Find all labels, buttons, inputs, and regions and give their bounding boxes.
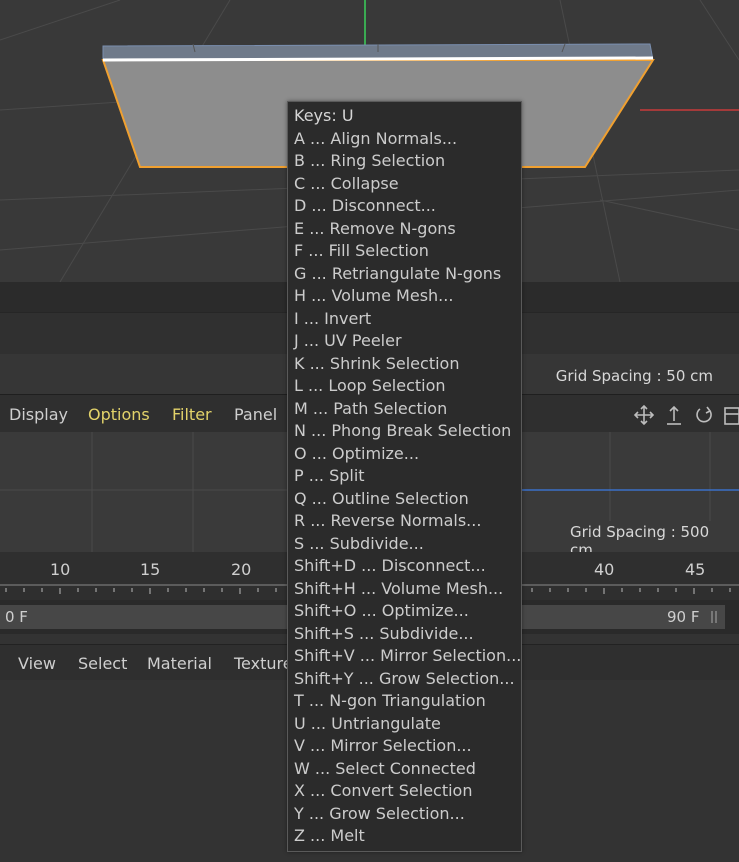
menu-item-loop-selection[interactable]: L ... Loop Selection: [294, 375, 446, 397]
menu-item-shift-disconnect[interactable]: Shift+D ... Disconnect...: [294, 555, 486, 577]
popup-title: Keys: U: [294, 106, 354, 125]
menu-item-uv-peeler[interactable]: J ... UV Peeler: [294, 330, 402, 352]
menu-item-fill-selection[interactable]: F ... Fill Selection: [294, 240, 429, 262]
menu-item-phong-break-selection[interactable]: N ... Phong Break Selection: [294, 420, 511, 442]
maximize-view-icon[interactable]: [724, 407, 739, 425]
menu-panel[interactable]: Panel: [234, 405, 277, 424]
menu-item-reverse-normals[interactable]: R ... Reverse Normals...: [294, 510, 481, 532]
menu-item-split[interactable]: P ... Split: [294, 465, 365, 487]
viewport-nav-icons: [633, 404, 739, 426]
move-view-icon[interactable]: [633, 404, 655, 426]
menu-item-mirror-selection[interactable]: V ... Mirror Selection...: [294, 735, 472, 757]
menu-filter[interactable]: Filter: [172, 405, 212, 424]
menu-select[interactable]: Select: [78, 654, 127, 673]
menu-item-invert[interactable]: I ... Invert: [294, 308, 371, 330]
tick-label: 40: [594, 560, 615, 579]
menu-material[interactable]: Material: [147, 654, 212, 673]
menu-item-subdivide[interactable]: S ... Subdivide...: [294, 533, 424, 555]
hotkey-popup-menu: Keys: U A ... Align Normals... B ... Rin…: [287, 101, 522, 852]
menu-item-align-normals[interactable]: A ... Align Normals...: [294, 128, 457, 150]
menu-item-select-connected[interactable]: W ... Select Connected: [294, 758, 476, 780]
menu-item-remove-ngons[interactable]: E ... Remove N-gons: [294, 218, 456, 240]
menu-item-shift-optimize[interactable]: Shift+O ... Optimize...: [294, 600, 469, 622]
grid-spacing-label-top: Grid Spacing : 50 cm: [555, 367, 713, 385]
menu-item-optimize[interactable]: O ... Optimize...: [294, 443, 419, 465]
rotate-view-icon[interactable]: [696, 406, 712, 423]
menu-item-melt[interactable]: Z ... Melt: [294, 825, 365, 847]
menu-item-ngon-triangulation[interactable]: T ... N-gon Triangulation: [294, 690, 486, 712]
menu-item-collapse[interactable]: C ... Collapse: [294, 173, 399, 195]
end-frame-value: 90 F: [667, 608, 700, 626]
menu-texture[interactable]: Texture: [234, 654, 293, 673]
menu-item-shrink-selection[interactable]: K ... Shrink Selection: [294, 353, 459, 375]
menu-display[interactable]: Display: [9, 405, 68, 424]
menu-item-path-selection[interactable]: M ... Path Selection: [294, 398, 447, 420]
menu-view[interactable]: View: [18, 654, 56, 673]
menu-options[interactable]: Options: [88, 405, 150, 424]
menu-item-shift-subdivide[interactable]: Shift+S ... Subdivide...: [294, 623, 474, 645]
zoom-view-icon[interactable]: [667, 405, 681, 425]
tick-label: 20: [231, 560, 252, 579]
menu-item-shift-grow-selection[interactable]: Shift+Y ... Grow Selection...: [294, 668, 515, 690]
menu-item-shift-volume-mesh[interactable]: Shift+H ... Volume Mesh...: [294, 578, 503, 600]
menu-item-outline-selection[interactable]: Q ... Outline Selection: [294, 488, 469, 510]
menu-item-grow-selection[interactable]: Y ... Grow Selection...: [294, 803, 465, 825]
tick-label: 10: [50, 560, 71, 579]
menu-item-volume-mesh[interactable]: H ... Volume Mesh...: [294, 285, 453, 307]
menu-item-retriangulate-ngons[interactable]: G ... Retriangulate N-gons: [294, 263, 501, 285]
menu-item-disconnect[interactable]: D ... Disconnect...: [294, 195, 436, 217]
tick-label: 15: [140, 560, 161, 579]
start-frame-value: 0 F: [5, 608, 28, 626]
tick-label: 45: [685, 560, 706, 579]
menu-item-untriangulate[interactable]: U ... Untriangulate: [294, 713, 441, 735]
menu-item-convert-selection[interactable]: X ... Convert Selection: [294, 780, 472, 802]
range-handle-icon[interactable]: [709, 609, 719, 625]
menu-item-shift-mirror-selection[interactable]: Shift+V ... Mirror Selection...: [294, 645, 521, 667]
menu-item-ring-selection[interactable]: B ... Ring Selection: [294, 150, 445, 172]
